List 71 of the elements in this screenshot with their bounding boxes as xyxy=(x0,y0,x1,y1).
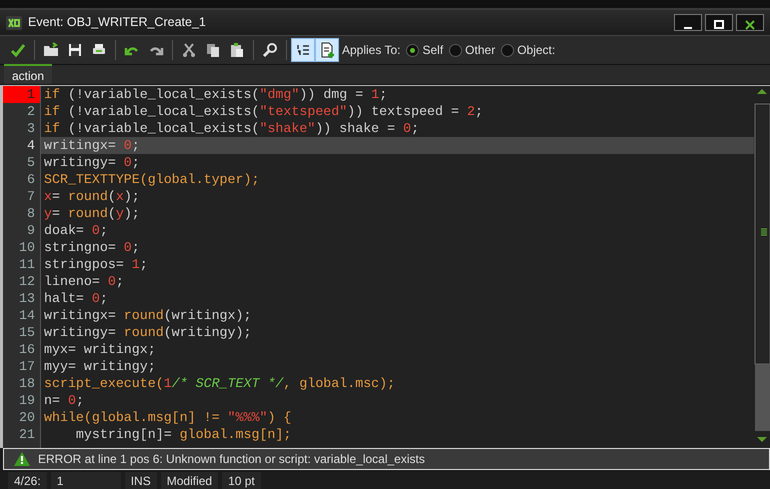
close-button[interactable] xyxy=(736,14,764,31)
line-number: 16 xyxy=(18,341,36,358)
line-number: 17 xyxy=(18,358,36,375)
line-number: 15 xyxy=(18,324,36,341)
maximize-button[interactable] xyxy=(705,14,733,31)
code-line: mystring[n]= global.msg[n]; xyxy=(74,426,292,443)
folder-icon xyxy=(43,42,59,58)
code-line: stringno= 0; xyxy=(43,239,141,256)
code-line: if (!variable_local_exists("textspeed")) textspeed = 2; xyxy=(43,103,484,120)
code-line: myx= writingx; xyxy=(43,341,157,358)
tab[interactable]: action xyxy=(4,64,52,84)
magnifier-icon xyxy=(262,42,278,58)
line-number: 4 xyxy=(26,137,36,154)
app-logo-icon xyxy=(6,16,22,30)
code-line: writingy= 0; xyxy=(43,154,141,171)
line-number: 10 xyxy=(18,239,36,256)
code-line: n= 0; xyxy=(43,392,85,409)
code-line: if (!variable_local_exists("dmg")) dmg = 1; xyxy=(43,86,388,103)
status-field: 4/26: xyxy=(8,472,47,489)
code-line: myy= writingy; xyxy=(43,358,157,375)
code-line: while(global.msg[n] != "%%%") { xyxy=(43,409,292,426)
line-number: 14 xyxy=(18,307,36,324)
line-number: 6 xyxy=(26,171,36,188)
minimize-button[interactable] xyxy=(674,14,702,31)
applies-to-label: Applies To: xyxy=(342,42,400,59)
document-plus-icon xyxy=(319,42,335,58)
code-line: stringpos= 1; xyxy=(43,256,149,273)
line-number: 1 xyxy=(3,86,40,103)
warning-icon xyxy=(14,452,30,466)
code-line: writingy= round(writingy); xyxy=(43,324,252,341)
numbered-lines-icon xyxy=(295,42,311,58)
code-line: y= round(y); xyxy=(43,205,141,222)
close-icon xyxy=(745,20,755,30)
radio-option[interactable]: Other xyxy=(446,41,498,59)
line-number: 3 xyxy=(26,120,36,137)
status-field: Modified xyxy=(160,472,218,489)
code-line: writingx= round(writingx); xyxy=(43,307,252,324)
maximize-icon xyxy=(714,20,724,30)
line-number: 21 xyxy=(18,426,36,443)
status-field: 10 pt xyxy=(222,472,261,489)
check-icon xyxy=(10,42,26,58)
line-number: 8 xyxy=(26,205,36,222)
line-number: 20 xyxy=(18,409,36,426)
line-number: 2 xyxy=(26,103,36,120)
line-number: 19 xyxy=(18,392,36,409)
toolbar-button[interactable] xyxy=(291,38,315,62)
code-line: lineno= 0; xyxy=(43,273,125,290)
code-line: SCR_TEXTTYPE(global.typer); xyxy=(43,171,260,188)
line-number: 18 xyxy=(18,375,36,392)
code-line: script_execute(1/* SCR_TEXT */, global.msc); xyxy=(43,375,396,392)
scissors-icon xyxy=(181,42,197,58)
line-number: 13 xyxy=(18,290,36,307)
line-number: 12 xyxy=(18,273,36,290)
code-line: x= round(x); xyxy=(43,188,141,205)
status-field: 1 xyxy=(50,472,121,489)
line-number: 5 xyxy=(26,154,36,171)
error-message: ERROR at line 1 pos 6: Unknown function or script: variable_local_exists xyxy=(38,451,425,468)
code-line: halt= 0; xyxy=(43,290,109,307)
window-title: Event: OBJ_WRITER_Create_1 xyxy=(28,14,206,32)
code-line: if (!variable_local_exists("shake")) shake = 0; xyxy=(43,120,420,137)
line-number: 9 xyxy=(26,222,36,239)
status-field: INS xyxy=(124,472,157,489)
radio-option[interactable]: Object: xyxy=(498,41,558,59)
toolbar-button[interactable] xyxy=(315,38,339,62)
line-number: 11 xyxy=(18,256,36,273)
clipboard-icon xyxy=(229,42,245,58)
minimize-icon xyxy=(684,27,692,30)
copy-icon xyxy=(205,42,221,58)
code-line: doak= 0; xyxy=(43,222,109,239)
radio-option[interactable]: Self xyxy=(403,41,446,59)
line-number: 7 xyxy=(26,188,36,205)
